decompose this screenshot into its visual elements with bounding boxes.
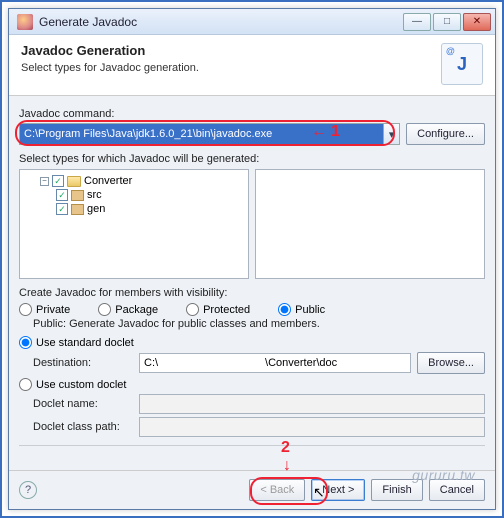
doclet-classpath-input <box>139 417 485 437</box>
back-button: < Back <box>249 479 305 501</box>
help-icon[interactable]: ? <box>19 481 37 499</box>
javadoc-banner-icon: J <box>441 43 483 85</box>
screenshot-frame: Generate Javadoc — □ ✕ Javadoc Generatio… <box>0 0 504 518</box>
annotation-arrow-1: ← <box>311 123 327 141</box>
doclet-name-input <box>139 394 485 414</box>
minimize-button[interactable]: — <box>403 13 431 31</box>
destination-label: Destination: <box>33 357 133 369</box>
visibility-note: Public: Generate Javadoc for public clas… <box>33 318 485 330</box>
tree-item-label: gen <box>87 203 105 215</box>
folder-icon <box>67 176 81 187</box>
javadoc-command-combo[interactable]: ▾ <box>19 123 400 145</box>
dialog-body: Javadoc command: ▾ Configure... ← 1 Sele… <box>9 96 495 456</box>
radio-public[interactable]: Public <box>278 303 325 316</box>
checkbox-project[interactable]: ✓ <box>52 175 64 187</box>
chevron-down-icon[interactable]: ▾ <box>383 124 399 144</box>
types-panes: − ✓ Converter ✓ src ✓ <box>19 169 485 279</box>
cancel-button[interactable]: Cancel <box>429 479 485 501</box>
doclet-group: Use standard doclet Destination: Browse.… <box>19 336 485 437</box>
finish-button[interactable]: Finish <box>371 479 422 501</box>
app-icon <box>17 14 33 30</box>
doclet-name-label: Doclet name: <box>33 398 133 410</box>
tree-item-gen[interactable]: ✓ gen <box>56 202 244 216</box>
dialog-header: Javadoc Generation Select types for Java… <box>9 35 495 96</box>
page-subtitle: Select types for Javadoc generation. <box>21 62 441 74</box>
configure-button[interactable]: Configure... <box>406 123 485 145</box>
titlebar[interactable]: Generate Javadoc — □ ✕ <box>9 9 495 35</box>
package-icon <box>71 190 84 201</box>
doclet-classpath-label: Doclet class path: <box>33 421 133 433</box>
radio-protected[interactable]: Protected <box>186 303 250 316</box>
types-detail-pane[interactable] <box>255 169 485 279</box>
checkbox-src[interactable]: ✓ <box>56 189 68 201</box>
maximize-button[interactable]: □ <box>433 13 461 31</box>
annotation-marker-1: 1 <box>331 123 340 141</box>
tree-project-node[interactable]: − ✓ Converter <box>40 174 244 188</box>
separator <box>19 445 485 446</box>
annotation-arrow-2: ↓ <box>283 457 291 475</box>
visibility-label: Create Javadoc for members with visibili… <box>19 287 485 299</box>
close-button[interactable]: ✕ <box>463 13 491 31</box>
button-bar: ? < Back Next > Finish Cancel 2 ↓ ↖ <box>9 470 495 509</box>
radio-package[interactable]: Package <box>98 303 158 316</box>
types-label: Select types for which Javadoc will be g… <box>19 153 485 165</box>
browse-button[interactable]: Browse... <box>417 352 485 374</box>
dialog-window: Generate Javadoc — □ ✕ Javadoc Generatio… <box>8 8 496 510</box>
tree-item-label: src <box>87 189 102 201</box>
page-title: Javadoc Generation <box>21 43 441 58</box>
tree-collapse-icon[interactable]: − <box>40 177 49 186</box>
radio-private[interactable]: Private <box>19 303 70 316</box>
project-tree[interactable]: − ✓ Converter ✓ src ✓ <box>19 169 249 279</box>
package-icon <box>71 204 84 215</box>
destination-input[interactable] <box>139 353 411 373</box>
window-title: Generate Javadoc <box>39 15 403 29</box>
javadoc-command-label: Javadoc command: <box>19 108 485 120</box>
javadoc-command-input[interactable] <box>19 123 400 145</box>
radio-custom-doclet[interactable]: Use custom doclet <box>19 378 485 391</box>
checkbox-gen[interactable]: ✓ <box>56 203 68 215</box>
radio-standard-doclet[interactable]: Use standard doclet <box>19 336 485 349</box>
annotation-marker-2: 2 <box>281 439 290 457</box>
cursor-icon: ↖ <box>313 484 325 501</box>
tree-project-label: Converter <box>84 175 132 187</box>
tree-item-src[interactable]: ✓ src <box>56 188 244 202</box>
visibility-radios: Private Package Protected Public <box>19 303 485 316</box>
